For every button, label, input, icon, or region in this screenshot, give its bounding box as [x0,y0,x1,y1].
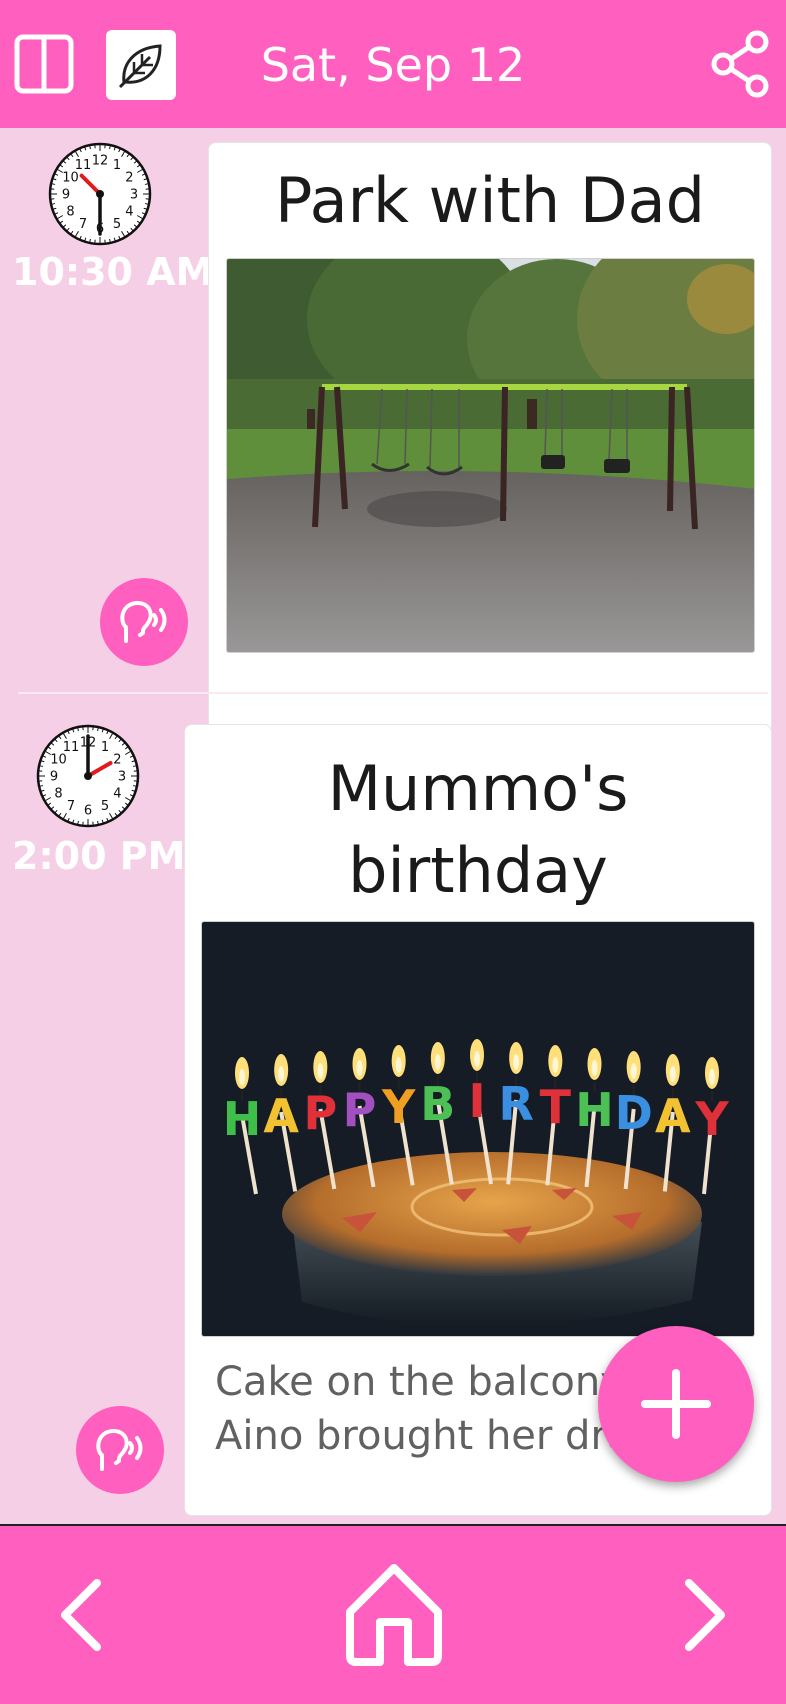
speak-icon [120,600,167,643]
clock-number: 11 [63,740,80,755]
clock-number: 9 [50,770,58,785]
next-day-button[interactable] [666,1570,746,1660]
candle-letter: P [343,1083,377,1137]
leaf-icon [118,44,162,89]
leaf-button[interactable] [106,30,176,100]
clock-number: 3 [130,188,138,203]
candle-letter: A [655,1089,691,1143]
clock-number: 1 [113,158,121,173]
clock-number: 7 [67,799,75,814]
speak-button[interactable] [100,578,188,666]
add-event-button[interactable] [598,1326,754,1482]
candle-letter: Y [694,1092,729,1146]
previous-day-button[interactable] [40,1570,120,1660]
clock-number: 11 [75,158,92,173]
share-icon [711,30,769,98]
top-app-bar: Sat, Sep 12 [0,0,786,128]
analog-clock-icon: 121234567891011 [48,142,152,246]
clock-number: 5 [101,799,109,814]
chevron-left-icon [61,1579,101,1651]
home-button[interactable] [336,1556,452,1672]
clock-number: 9 [62,188,70,203]
clock-number: 6 [84,804,92,819]
speak-icon [96,1428,143,1471]
clock-number: 8 [66,205,74,220]
split-view-icon [14,34,74,94]
share-button[interactable] [706,24,776,104]
clock-number: 2 [125,171,133,186]
event-title-line-2: birthday [348,834,608,907]
candle-letter: T [540,1080,572,1134]
clock-number: 12 [92,154,109,169]
candle-letter: A [263,1089,299,1143]
bottom-nav-bar [0,1524,786,1704]
timeline[interactable]: 121234567891011 10:30 AM Park with Dad [0,128,786,1524]
candle-letter: R [498,1077,533,1131]
clock-number: 4 [113,787,121,802]
event-photo: HAPPYBIRTHDAY [201,921,755,1337]
clock-number: 3 [118,770,126,785]
speak-button[interactable] [76,1406,164,1494]
event-title-line-1: Mummo's [327,752,629,825]
candle-letter: Y [381,1080,416,1134]
clock-number: 5 [113,217,121,232]
clock-number: 4 [125,205,133,220]
candle-letter: H [575,1083,614,1137]
page-title: Sat, Sep 12 [260,38,526,92]
event-card[interactable]: Park with Dad [208,142,772,794]
event-time: 10:30 AM [12,250,214,294]
candle-letter: B [420,1077,455,1131]
analog-clock-icon: 121234567891011 [36,724,140,828]
clock-number: 8 [54,787,62,802]
event-photo [226,258,755,653]
clock-number: 7 [79,217,87,232]
event-divider [18,692,768,694]
event-time: 2:00 PM [12,834,186,878]
chevron-right-icon [685,1579,725,1651]
clock-number: 1 [101,740,109,755]
candle-letter: I [468,1074,485,1128]
plus-icon [641,1369,711,1439]
candle-letter: D [615,1086,653,1140]
home-icon [346,1564,442,1666]
event-title: Park with Dad [274,164,706,237]
candle-letter: P [303,1086,337,1140]
candle-letter: H [223,1092,262,1146]
split-view-button[interactable] [12,30,76,98]
clock-number: 2 [113,753,121,768]
